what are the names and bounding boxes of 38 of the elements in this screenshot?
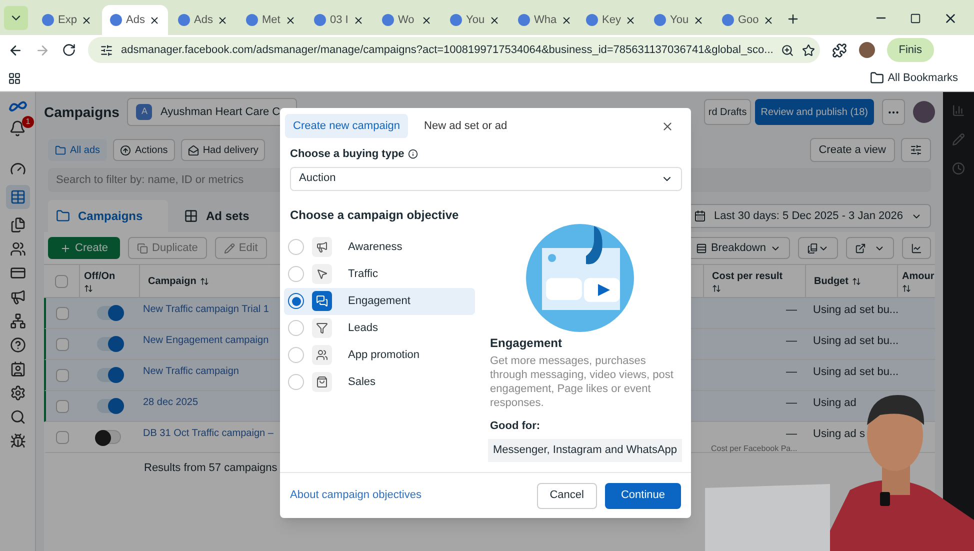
table-cell: Using ad set bu...	[813, 366, 899, 378]
url-text: adsmanager.facebook.com/adsmanager/manage/campaigns?act=1008199717534064&business_id=785631137036741&global_sco...	[121, 42, 774, 58]
notification-badge: 1	[22, 116, 34, 128]
results-summary: Results from 57 campaigns	[144, 460, 278, 476]
account-name: Ayushman Heart Care C	[160, 104, 280, 120]
tab-title: Goo	[738, 12, 759, 28]
objective-heading: Choose a campaign objective	[290, 206, 460, 224]
table-cell: Using ad	[813, 397, 856, 409]
tab-title: Ads	[126, 12, 145, 28]
account-initial: A	[136, 104, 152, 120]
table-cell-text: —	[786, 427, 797, 442]
tab-title: Exp	[58, 12, 77, 28]
table-cell-text: —	[786, 334, 797, 349]
table-cell: Using ad s	[813, 428, 865, 440]
good-for-chip: Messenger, Instagram and WhatsApp	[488, 439, 682, 462]
good-for-label: Good for:	[490, 418, 542, 434]
tab-title: 03 I	[330, 12, 349, 28]
objective-description: Get more messages, purchases through messaging, video views, post engagement, Page likes or event responses.	[490, 354, 674, 410]
objective-title: Engagement	[490, 334, 564, 352]
column-header: Campaign	[148, 274, 196, 288]
column-header: Budget	[814, 274, 848, 288]
table-cell-text: —	[786, 396, 797, 411]
table-cell: Using ad set bu...	[813, 304, 899, 316]
table-cell: Using ad set bu...	[813, 335, 899, 347]
table-cell-text: —	[786, 365, 797, 380]
tab-title: Ads	[194, 12, 213, 28]
tab-title: Met	[262, 12, 281, 28]
table-cell: Cost per Facebook Pa...	[711, 442, 798, 454]
column-header: Cost per result	[712, 270, 784, 284]
tab-title: You	[466, 12, 485, 28]
page-title: Campaigns	[44, 102, 120, 122]
tab-title: Key	[602, 12, 621, 28]
column-header: Off/On	[84, 270, 116, 284]
tab-title: Wha	[534, 12, 557, 28]
buying-type-label: Choose a buying type	[290, 147, 404, 162]
tab-title: Wo	[398, 12, 416, 28]
table-cell-text: —	[786, 303, 797, 318]
tab-title: You	[670, 12, 689, 28]
